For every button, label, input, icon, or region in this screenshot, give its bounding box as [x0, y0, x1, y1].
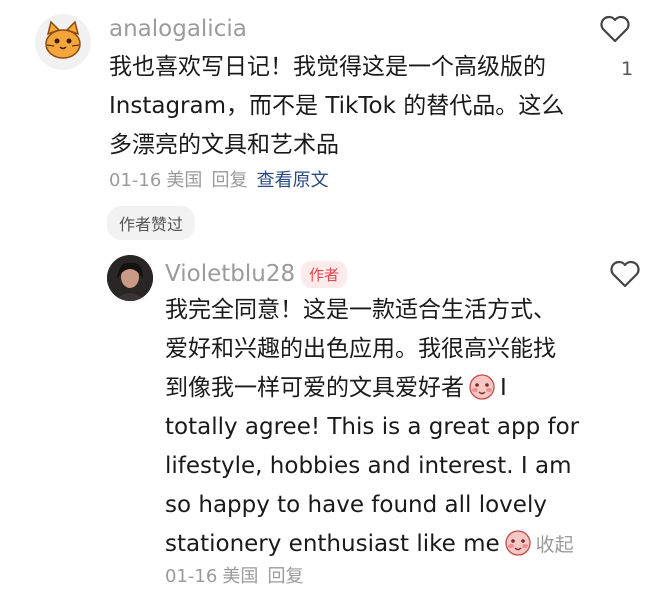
reply-line: 我完全同意！这是一款适合生活方式、 — [165, 297, 556, 323]
reply-line: totally agree! This is a great app for — [165, 414, 580, 440]
reply-meta: 01-16 美国 回复 — [165, 562, 304, 588]
blushing-face-emoji-icon — [504, 529, 532, 557]
reply-line-text: 到像我一样可爱的文具爱好者 — [165, 375, 464, 401]
reply-line-text: I — [500, 375, 507, 401]
like-heart-icon[interactable] — [599, 14, 631, 48]
reply-line: 到像我一样可爱的文具爱好者 I — [165, 369, 579, 408]
author-tag: 作者 — [301, 261, 348, 288]
avatar-cat-icon[interactable] — [35, 14, 91, 70]
user-avatar[interactable] — [107, 255, 153, 301]
reply-line: so happy to have found all lovely — [165, 492, 547, 518]
view-original-link[interactable]: 查看原文 — [257, 170, 329, 191]
comment-line: 我也喜欢写日记！我觉得这是一个高级版的 — [109, 54, 546, 80]
comment-username[interactable]: analogalicia — [109, 16, 247, 42]
blushing-face-emoji-icon — [468, 373, 496, 401]
comment-line: Instagram，而不是 TikTok 的替代品。这么 — [109, 93, 565, 119]
reply-line-text: stationery enthusiast like me — [165, 531, 500, 557]
reply-username[interactable]: Violetblu28 — [165, 261, 295, 287]
comment-location: 美国 — [166, 170, 203, 191]
reply-button[interactable]: 回复 — [212, 170, 248, 191]
reply-text: 我完全同意！这是一款适合生活方式、 爱好和兴趣的出色应用。我很高兴能找 到像我一… — [165, 291, 579, 565]
like-count: 1 — [621, 58, 634, 80]
reply-line: 爱好和兴趣的出色应用。我很高兴能找 — [165, 336, 556, 362]
comment-date: 01-16 — [109, 170, 162, 191]
comment-line: 多漂亮的文具和艺术品 — [109, 132, 339, 158]
author-liked-badge: 作者赞过 — [107, 206, 196, 240]
collapse-button[interactable]: 收起 — [536, 534, 574, 556]
reply-line: lifestyle, hobbies and interest. I am — [165, 453, 572, 479]
reply-date: 01-16 — [165, 566, 218, 587]
reply-line: stationery enthusiast like me 收起 — [165, 525, 579, 565]
comment-meta: 01-16 美国 回复 查看原文 — [109, 166, 329, 192]
comment-text: 我也喜欢写日记！我觉得这是一个高级版的 Instagram，而不是 TikTok… — [109, 48, 564, 165]
reply-location: 美国 — [222, 566, 259, 587]
reply-button[interactable]: 回复 — [268, 566, 304, 587]
like-heart-icon[interactable] — [609, 259, 641, 293]
